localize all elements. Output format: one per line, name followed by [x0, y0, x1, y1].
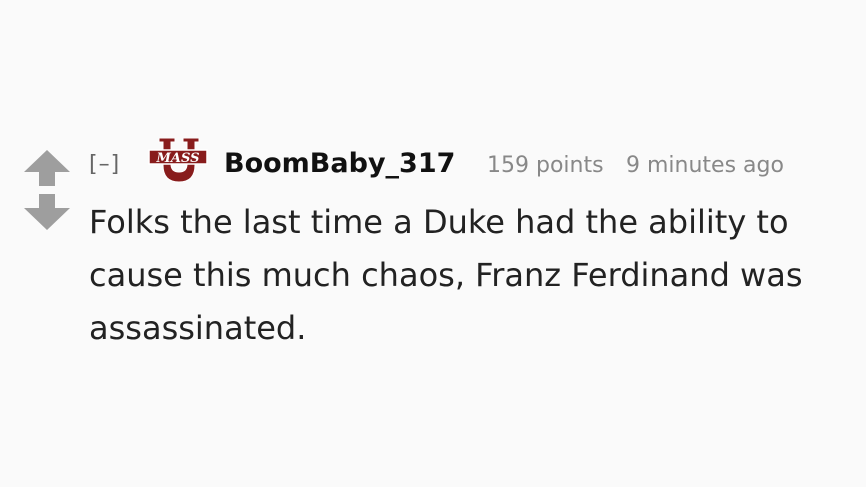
timestamp[interactable]: 9 minutes ago — [626, 153, 784, 178]
comment: [–] MASS BoomBaby_317 159 points 9 minut… — [0, 0, 866, 487]
collapse-toggle[interactable]: [–] — [89, 152, 120, 177]
upvote-button[interactable] — [22, 148, 72, 188]
author-link[interactable]: BoomBaby_317 — [224, 148, 455, 179]
upvote-arrow-icon — [24, 150, 70, 186]
umass-logo-icon: MASS — [148, 138, 208, 183]
downvote-button[interactable] — [22, 192, 72, 232]
downvote-arrow-icon — [24, 194, 70, 230]
comment-body: Folks the last time a Duke had the abili… — [89, 203, 803, 347]
score-text: 159 points — [487, 153, 604, 178]
flair-text: MASS — [156, 151, 200, 166]
